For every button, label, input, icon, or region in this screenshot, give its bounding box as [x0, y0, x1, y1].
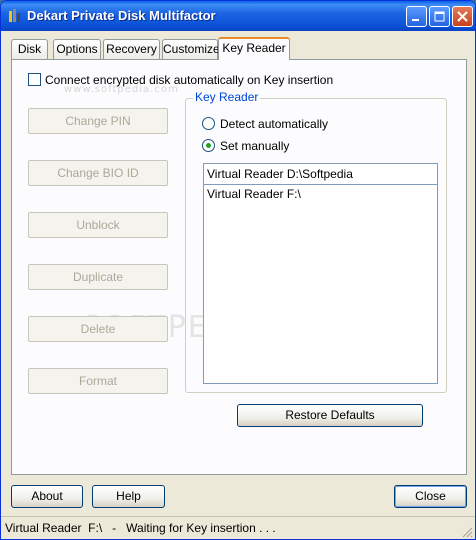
set-manually-radio[interactable]: Set manually: [202, 139, 289, 153]
close-button[interactable]: Close: [394, 485, 467, 508]
change-pin-button[interactable]: Change PIN: [28, 108, 168, 134]
set-manually-label: Set manually: [220, 139, 290, 153]
about-button[interactable]: About: [11, 485, 83, 508]
minimize-button[interactable]: [406, 6, 427, 27]
maximize-button[interactable]: [429, 6, 450, 27]
radio-button[interactable]: [202, 117, 215, 130]
unblock-button[interactable]: Unblock: [28, 212, 168, 238]
radio-button-selected[interactable]: [202, 139, 215, 152]
resize-grip-icon[interactable]: [461, 526, 473, 538]
auto-connect-label: Connect encrypted disk automatically on …: [45, 73, 334, 87]
status-text: Virtual Reader F:\ - Waiting for Key ins…: [5, 521, 276, 535]
tab-options[interactable]: Options: [53, 39, 101, 59]
status-bar: Virtual Reader F:\ - Waiting for Key ins…: [1, 516, 475, 539]
selected-reader-field[interactable]: Virtual Reader D:\Softpedia: [203, 163, 438, 185]
key-reader-panel: www.softpedia.com SOFTPEDIA Connect encr…: [11, 59, 467, 475]
close-window-button[interactable]: [452, 6, 473, 27]
tab-recovery[interactable]: Recovery: [103, 39, 160, 59]
app-icon: [9, 9, 20, 22]
restore-defaults-button[interactable]: Restore Defaults: [237, 404, 423, 427]
detect-automatically-label: Detect automatically: [220, 117, 329, 131]
delete-button[interactable]: Delete: [28, 316, 168, 342]
help-button[interactable]: Help: [92, 485, 165, 508]
key-reader-legend: Key Reader: [193, 90, 261, 104]
change-bio-id-button[interactable]: Change BIO ID: [28, 160, 168, 186]
list-item[interactable]: Virtual Reader F:\: [204, 185, 437, 203]
tab-key-reader[interactable]: Key Reader: [218, 37, 290, 60]
window-title: Dekart Private Disk Multifactor: [27, 8, 216, 23]
format-button[interactable]: Format: [28, 368, 168, 394]
tab-disk[interactable]: Disk: [11, 39, 48, 59]
minimize-icon: [412, 19, 419, 21]
maximize-icon: [434, 11, 445, 22]
main-window: Dekart Private Disk Multifactor Disk Opt…: [0, 0, 476, 540]
reader-list[interactable]: Virtual Reader F:\: [203, 184, 438, 384]
auto-connect-checkbox[interactable]: Connect encrypted disk automatically on …: [28, 73, 333, 87]
checkbox-box[interactable]: [28, 73, 41, 86]
duplicate-button[interactable]: Duplicate: [28, 264, 168, 290]
detect-automatically-radio[interactable]: Detect automatically: [202, 117, 328, 131]
close-icon: [457, 11, 468, 22]
title-bar[interactable]: Dekart Private Disk Multifactor: [1, 1, 475, 31]
tab-customize[interactable]: Customize: [162, 39, 220, 59]
